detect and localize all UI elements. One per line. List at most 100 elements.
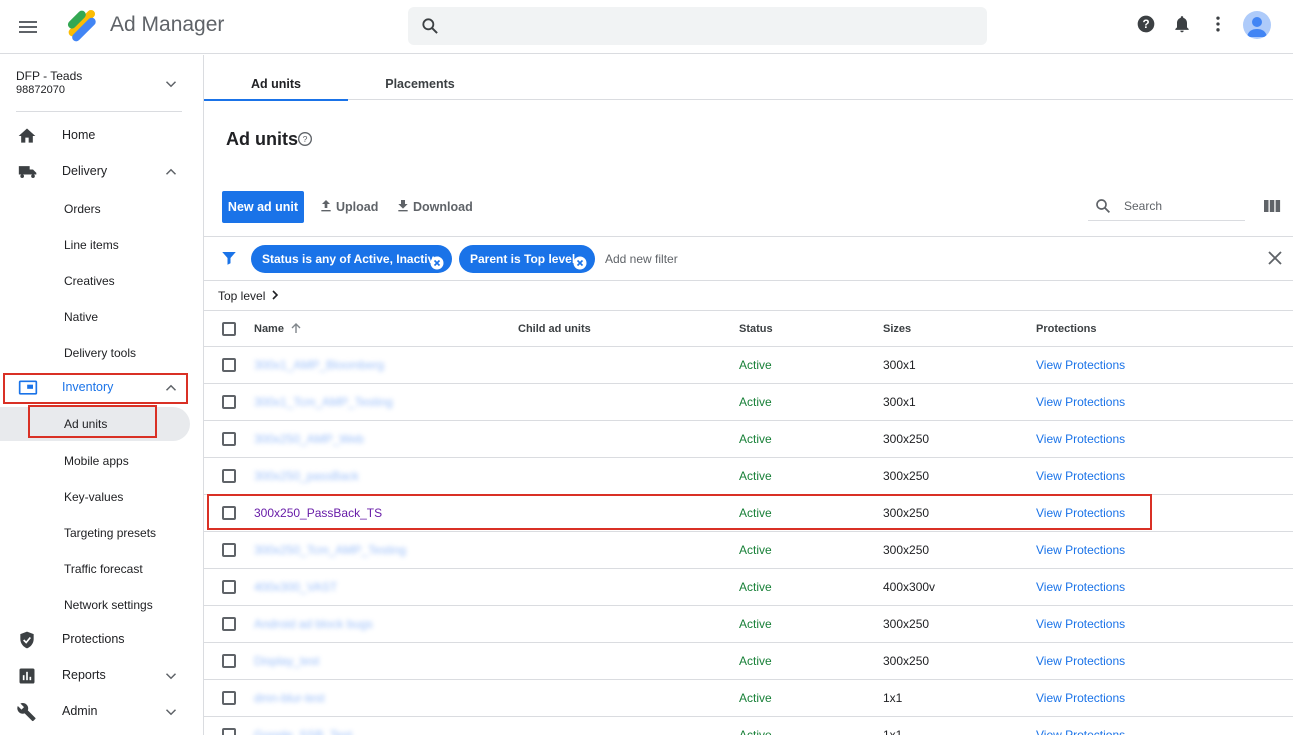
view-protections-link[interactable]: View Protections	[1036, 617, 1125, 631]
row-checkbox[interactable]	[222, 617, 236, 631]
download-icon	[398, 200, 408, 212]
sidebar-item-targeting-presets[interactable]: Targeting presets	[0, 516, 190, 550]
row-checkbox[interactable]	[222, 506, 236, 520]
table-row[interactable]: 300x1_Tcm_AMP_Testing Active 300x1 View Pro…	[204, 384, 1293, 421]
column-header-sizes[interactable]: Sizes	[883, 323, 911, 335]
add-filter-button[interactable]: Add new filter	[605, 252, 678, 266]
sidebar-item-home[interactable]: Home	[0, 119, 190, 153]
row-checkbox[interactable]	[222, 432, 236, 446]
sidebar-item-label: Reports	[62, 668, 106, 682]
view-protections-link[interactable]: View Protections	[1036, 543, 1125, 557]
row-checkbox[interactable]	[222, 691, 236, 705]
view-protections-link[interactable]: View Protections	[1036, 728, 1125, 735]
columns-icon[interactable]	[1263, 198, 1281, 214]
filter-icon[interactable]	[220, 249, 238, 267]
new-ad-unit-button[interactable]: New ad unit	[222, 191, 304, 223]
sidebar-item-admin[interactable]: Admin	[0, 695, 190, 729]
select-all-checkbox[interactable]	[222, 322, 236, 336]
ad-unit-name-link[interactable]: 300x250_AMP_Web	[254, 432, 364, 446]
view-protections-link[interactable]: View Protections	[1036, 506, 1125, 520]
more-vert-icon[interactable]	[1208, 14, 1228, 39]
sidebar-item-inventory[interactable]: Inventory	[0, 371, 190, 405]
tab-placements[interactable]: Placements	[348, 55, 492, 100]
network-name: DFP - Teads	[16, 69, 83, 83]
row-checkbox[interactable]	[222, 728, 236, 735]
ad-unit-name-link[interactable]: 300x250_Tcm_AMP_Testing	[254, 543, 406, 557]
sidebar-item-native[interactable]: Native	[0, 300, 190, 334]
filter-chip-parent[interactable]: Parent is Top level	[459, 245, 595, 273]
view-protections-link[interactable]: View Protections	[1036, 395, 1125, 409]
sidebar-item-protections[interactable]: Protections	[0, 623, 190, 657]
download-button[interactable]: Download	[395, 197, 475, 217]
view-protections-link[interactable]: View Protections	[1036, 358, 1125, 372]
view-protections-link[interactable]: View Protections	[1036, 654, 1125, 668]
column-header-status[interactable]: Status	[739, 323, 773, 335]
sidebar-item-line-items[interactable]: Line items	[0, 228, 190, 262]
close-circle-icon[interactable]	[430, 252, 444, 270]
table-row[interactable]: 300x250_Tcm_AMP_Testing Active 300x250 View…	[204, 532, 1293, 569]
row-checkbox[interactable]	[222, 654, 236, 668]
view-protections-link[interactable]: View Protections	[1036, 469, 1125, 483]
notifications-bell-icon[interactable]	[1172, 14, 1192, 39]
ad-unit-name-link[interactable]: Android ad block bugs	[254, 617, 373, 631]
table-row[interactable]: 400x300_VAST Active 400x300v View Protectio…	[204, 569, 1293, 606]
view-protections-link[interactable]: View Protections	[1036, 432, 1125, 446]
table-row[interactable]: 300x250_passBack Active 300x250 View Protec…	[204, 458, 1293, 495]
sidebar-item-orders[interactable]: Orders	[0, 192, 190, 226]
ad-unit-name-link[interactable]: 400x300_VAST	[254, 580, 337, 594]
breadcrumb: Top level	[204, 280, 1293, 310]
table-row[interactable]: 300x250_AMP_Web Active 300x250 View Protect…	[204, 421, 1293, 458]
row-checkbox[interactable]	[222, 395, 236, 409]
tab-ad-units[interactable]: Ad units	[204, 55, 348, 101]
ad-unit-name-link[interactable]: 300x250_passBack	[254, 469, 359, 483]
sidebar-item-mobile-apps[interactable]: Mobile apps	[0, 444, 190, 478]
column-header-name[interactable]: Name	[254, 323, 284, 335]
filter-chip-status[interactable]: Status is any of Active, Inactive	[251, 245, 452, 273]
table-row[interactable]: Google_SSB_Test Active 1x1 View Protections	[204, 717, 1293, 735]
sidebar-item-delivery-tools[interactable]: Delivery tools	[0, 336, 190, 370]
sidebar-item-ad-units[interactable]: Ad units	[0, 407, 190, 441]
table-search-input[interactable]	[1124, 197, 1239, 215]
sidebar-item-reports[interactable]: Reports	[0, 659, 190, 693]
sidebar-item-key-values[interactable]: Key-values	[0, 480, 190, 514]
table-row[interactable]: dmn-blur-test Active 1x1 View Protections	[204, 680, 1293, 717]
help-outline-icon[interactable]: ?	[297, 131, 313, 147]
table-search-field[interactable]	[1088, 191, 1245, 221]
ad-unit-name-link[interactable]: 300x1_AMP_Bloomberg	[254, 358, 384, 372]
home-icon	[17, 126, 37, 146]
app-title[interactable]: Ad Manager	[110, 13, 224, 37]
table-row[interactable]: 300x1_AMP_Bloomberg Active 300x1 View Prote…	[204, 347, 1293, 384]
column-header-child-ad-units: Child ad units	[518, 323, 591, 335]
ad-unit-name-link[interactable]: Display_test	[254, 654, 319, 668]
main-menu-icon[interactable]	[16, 15, 40, 39]
row-checkbox[interactable]	[222, 580, 236, 594]
ad-unit-name-link[interactable]: dmn-blur-test	[254, 691, 325, 705]
sort-arrow-up-icon[interactable]	[290, 322, 302, 337]
table-row[interactable]: Display_test Active 300x250 View Protection…	[204, 643, 1293, 680]
upload-button[interactable]: Upload	[318, 197, 380, 217]
global-search-bar[interactable]	[408, 7, 987, 45]
sidebar-item-network-settings[interactable]: Network settings	[0, 588, 190, 622]
sidebar-item-delivery[interactable]: Delivery	[0, 155, 190, 189]
table-row[interactable]: Android ad block bugs Active 300x250 View P…	[204, 606, 1293, 643]
close-circle-icon[interactable]	[573, 252, 587, 270]
close-icon[interactable]	[1267, 250, 1283, 266]
row-checkbox[interactable]	[222, 543, 236, 557]
row-checkbox[interactable]	[222, 358, 236, 372]
sidebar-item-traffic-forecast[interactable]: Traffic forecast	[0, 552, 190, 586]
table-row[interactable]: 300x250_PassBack_TS Active 300x250 View Pro…	[204, 495, 1293, 532]
network-selector[interactable]: DFP - Teads 98872070	[16, 69, 82, 96]
chevron-right-icon	[272, 290, 279, 300]
breadcrumb-top-level[interactable]: Top level	[218, 289, 265, 303]
sidebar-item-creatives[interactable]: Creatives	[0, 264, 190, 298]
ad-unit-name-link[interactable]: 300x250_PassBack_TS	[254, 506, 382, 520]
view-protections-link[interactable]: View Protections	[1036, 691, 1125, 705]
ad-unit-name-link[interactable]: 300x1_Tcm_AMP_Testing	[254, 395, 393, 409]
help-icon[interactable]: ?	[1136, 14, 1156, 39]
ad-unit-name-link[interactable]: Google_SSB_Test	[254, 728, 352, 735]
status-text: Active	[739, 728, 772, 735]
row-checkbox[interactable]	[222, 469, 236, 483]
chevron-down-icon[interactable]	[162, 75, 180, 93]
view-protections-link[interactable]: View Protections	[1036, 580, 1125, 594]
account-avatar[interactable]	[1243, 11, 1271, 39]
